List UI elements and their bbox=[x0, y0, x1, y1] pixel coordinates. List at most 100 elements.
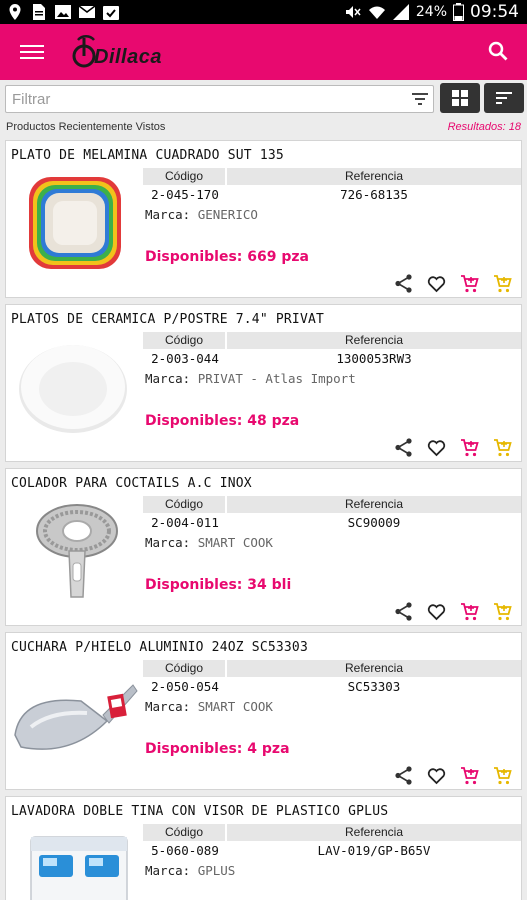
product-actions bbox=[393, 437, 513, 458]
app-bar: Dillaca bbox=[0, 24, 527, 80]
code-header: Código bbox=[143, 824, 225, 841]
reference-header: Referencia bbox=[227, 824, 521, 841]
availability: Disponibles: 4 pza bbox=[145, 741, 290, 757]
brand-value: PRIVAT - Atlas Import bbox=[197, 371, 356, 386]
product-actions bbox=[393, 765, 513, 786]
brand-value: GPLUS bbox=[197, 863, 236, 878]
add-to-cart-yellow-icon[interactable] bbox=[492, 437, 513, 458]
product-card[interactable]: LAVADORA DOBLE TINA CON VISOR DE PLASTIC… bbox=[5, 796, 522, 900]
mute-icon bbox=[345, 6, 361, 18]
mail-icon bbox=[78, 5, 96, 18]
recent-products-label: Productos Recientemente Vistos bbox=[6, 121, 166, 133]
product-code: 2-003-044 bbox=[151, 351, 219, 366]
favorite-heart-icon[interactable] bbox=[426, 765, 447, 786]
product-image-ceramic-plate bbox=[19, 345, 127, 433]
battery-icon bbox=[453, 3, 464, 21]
product-title: LAVADORA DOBLE TINA CON VISOR DE PLASTIC… bbox=[11, 804, 389, 819]
share-icon[interactable] bbox=[393, 601, 414, 622]
product-spec-table: Código Referencia 2-050-054 SC53303 bbox=[143, 660, 521, 696]
availability: Disponibles: 34 bli bbox=[145, 577, 292, 593]
favorite-heart-icon[interactable] bbox=[426, 273, 447, 294]
share-icon[interactable] bbox=[393, 273, 414, 294]
status-system-icons: 24% 09:54 bbox=[344, 2, 519, 22]
brand-label: Marca: bbox=[145, 863, 191, 878]
product-brand: Marca: PRIVAT - Atlas Import bbox=[145, 371, 356, 386]
location-pin-icon bbox=[9, 4, 21, 20]
add-to-cart-pink-icon[interactable] bbox=[459, 273, 480, 294]
favorite-heart-icon[interactable] bbox=[426, 437, 447, 458]
add-to-cart-yellow-icon[interactable] bbox=[492, 765, 513, 786]
brand-value: SMART COOK bbox=[197, 535, 273, 550]
reference-header: Referencia bbox=[227, 496, 521, 513]
product-spec-table: Código Referencia 2-003-044 1300053RW3 bbox=[143, 332, 521, 368]
grid-view-button[interactable] bbox=[440, 83, 480, 113]
battery-percent: 24% bbox=[415, 4, 447, 20]
code-header: Código bbox=[143, 332, 225, 349]
availability: Disponibles: 669 pza bbox=[145, 249, 309, 265]
product-brand: Marca: GPLUS bbox=[145, 863, 235, 878]
product-title: PLATOS DE CERAMICA P/POSTRE 7.4" PRIVAT bbox=[11, 312, 325, 327]
results-count: Resultados: 18 bbox=[447, 121, 521, 133]
sort-button[interactable] bbox=[484, 83, 524, 113]
brand-label: Marca: bbox=[145, 535, 191, 550]
product-title: CUCHARA P/HIELO ALUMINIO 24OZ SC53303 bbox=[11, 640, 308, 655]
brand-label: Marca: bbox=[145, 371, 191, 386]
product-actions bbox=[393, 601, 513, 622]
code-header: Código bbox=[143, 496, 225, 513]
share-icon[interactable] bbox=[393, 437, 414, 458]
brand-label: Marca: bbox=[145, 699, 191, 714]
product-reference: LAV-019/GP-B65V bbox=[317, 843, 431, 858]
reference-header: Referencia bbox=[227, 332, 521, 349]
favorite-heart-icon[interactable] bbox=[426, 601, 447, 622]
hamburger-menu-icon[interactable] bbox=[20, 42, 44, 62]
availability: Disponibles: 48 pza bbox=[145, 413, 300, 429]
product-spec-table: Código Referencia 2-004-011 SC90009 bbox=[143, 496, 521, 532]
product-card[interactable]: COLADOR PARA COCTAILS A.C INOX Código Ref… bbox=[5, 468, 522, 626]
image-icon bbox=[55, 5, 71, 19]
brand-name: Dillaca bbox=[94, 46, 162, 68]
product-reference: SC53303 bbox=[347, 679, 401, 694]
product-brand: Marca: SMART COOK bbox=[145, 535, 273, 550]
product-spec-table: Código Referencia 2-045-170 726-68135 bbox=[143, 168, 521, 204]
brand-value: SMART COOK bbox=[197, 699, 273, 714]
product-reference: 726-68135 bbox=[340, 187, 408, 202]
product-card[interactable]: PLATOS DE CERAMICA P/POSTRE 7.4" PRIVAT … bbox=[5, 304, 522, 462]
product-image-washing-machine bbox=[30, 836, 128, 900]
product-spec-table: Código Referencia 5-060-089 LAV-019/GP-B65… bbox=[143, 824, 521, 860]
product-image-melamine-plate bbox=[29, 177, 121, 269]
status-notification-icons bbox=[6, 3, 120, 21]
product-title: COLADOR PARA COCTAILS A.C INOX bbox=[11, 476, 252, 491]
product-code: 2-045-170 bbox=[151, 187, 219, 202]
add-to-cart-yellow-icon[interactable] bbox=[492, 601, 513, 622]
add-to-cart-pink-icon[interactable] bbox=[459, 601, 480, 622]
product-code: 2-050-054 bbox=[151, 679, 219, 694]
add-to-cart-pink-icon[interactable] bbox=[459, 437, 480, 458]
product-card[interactable]: PLATO DE MELAMINA CUADRADO SUT 135 Códig… bbox=[5, 140, 522, 298]
product-brand: Marca: GENERICO bbox=[145, 207, 258, 222]
grid-view-icon bbox=[452, 90, 468, 106]
download-done-icon bbox=[103, 6, 119, 20]
filter-input[interactable] bbox=[5, 85, 434, 113]
clock: 09:54 bbox=[470, 2, 519, 22]
product-code: 5-060-089 bbox=[151, 843, 219, 858]
share-icon[interactable] bbox=[393, 765, 414, 786]
code-header: Código bbox=[143, 168, 225, 185]
product-title: PLATO DE MELAMINA CUADRADO SUT 135 bbox=[11, 148, 284, 163]
add-to-cart-yellow-icon[interactable] bbox=[492, 273, 513, 294]
filter-lines-icon[interactable] bbox=[411, 91, 429, 107]
product-reference: SC90009 bbox=[347, 515, 401, 530]
wifi-icon bbox=[368, 6, 385, 19]
sort-icon bbox=[496, 92, 512, 104]
status-bar: 24% 09:54 bbox=[0, 0, 527, 24]
add-to-cart-pink-icon[interactable] bbox=[459, 765, 480, 786]
brand-value: GENERICO bbox=[197, 207, 258, 222]
reference-header: Referencia bbox=[227, 168, 521, 185]
product-actions bbox=[393, 273, 513, 294]
product-image-ice-scoop bbox=[14, 684, 138, 750]
product-image-cocktail-strainer bbox=[36, 504, 118, 598]
product-code: 2-004-011 bbox=[151, 515, 219, 530]
product-card[interactable]: CUCHARA P/HIELO ALUMINIO 24OZ SC53303 Có… bbox=[5, 632, 522, 790]
signal-icon bbox=[392, 4, 409, 20]
search-icon[interactable] bbox=[487, 40, 509, 62]
document-icon bbox=[33, 4, 45, 20]
